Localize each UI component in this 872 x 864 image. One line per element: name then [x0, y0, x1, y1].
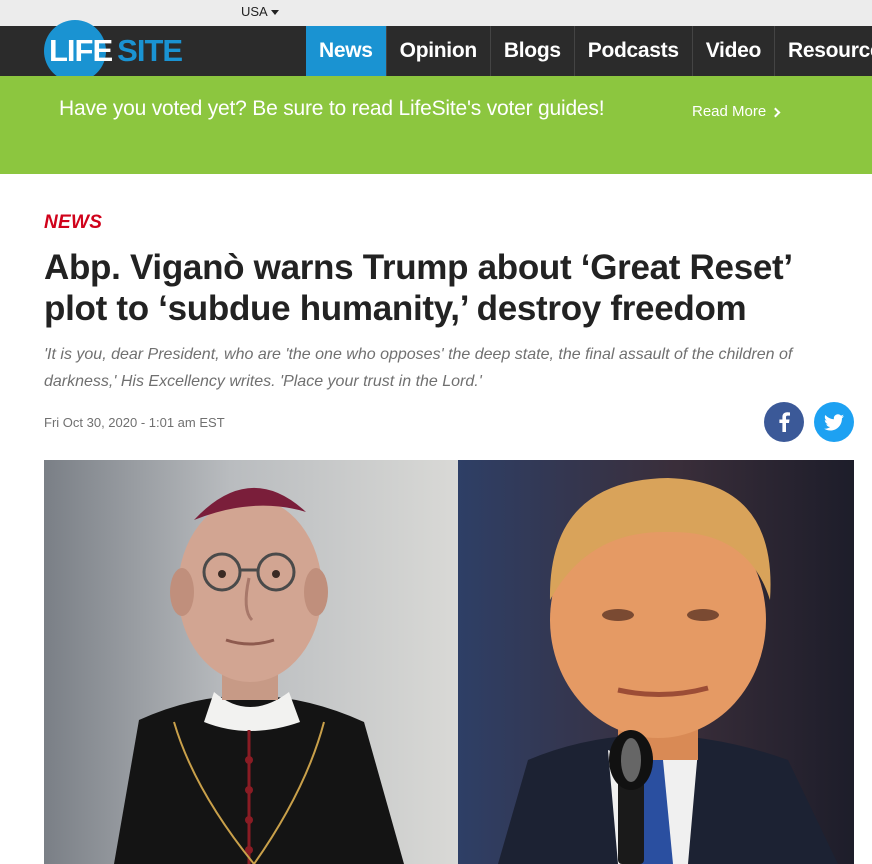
article-dateline: Fri Oct 30, 2020 - 1:01 am EST [44, 415, 225, 430]
logo-text-site: SITE [117, 33, 183, 68]
country-selector[interactable]: USA [241, 4, 279, 19]
twitter-icon [824, 413, 844, 430]
lifesite-logo[interactable]: LIFE SITE [44, 20, 183, 82]
nav-item-resources[interactable]: Resources [774, 26, 872, 76]
voter-guide-banner: Have you voted yet? Be sure to read Life… [0, 76, 872, 174]
article-headline: Abp. Viganò warns Trump about ‘Great Res… [44, 248, 791, 328]
facebook-share-button[interactable] [764, 402, 804, 442]
banner-text: Have you voted yet? Be sure to read Life… [59, 97, 605, 120]
facebook-icon [779, 412, 790, 432]
twitter-share-button[interactable] [814, 402, 854, 442]
archbishop-portrait-illustration [114, 487, 404, 864]
chevron-right-icon [770, 107, 781, 117]
president-portrait-illustration [498, 478, 838, 864]
read-more-link[interactable]: Read More [692, 103, 781, 120]
article-hero-image [44, 460, 854, 864]
read-more-label: Read More [692, 103, 767, 120]
hero-image-left-photo [44, 460, 458, 864]
logo-text-life: LIFE [49, 33, 113, 68]
caret-down-icon [270, 10, 279, 15]
nav-item-blogs[interactable]: Blogs [489, 26, 574, 76]
section-kicker[interactable]: NEWS [44, 212, 102, 234]
main-navigation: LIFE SITE News Opinion Blogs Podcasts Vi… [0, 20, 872, 82]
hero-image-right-photo [458, 460, 854, 864]
nav-menu: News Opinion Blogs Podcasts Video Resour… [306, 26, 872, 76]
nav-item-video[interactable]: Video [691, 26, 774, 76]
nav-item-news[interactable]: News [306, 26, 386, 76]
country-label: USA [241, 4, 268, 19]
article-subtitle: 'It is you, dear President, who are 'the… [44, 346, 793, 390]
nav-item-opinion[interactable]: Opinion [385, 26, 490, 76]
nav-item-podcasts[interactable]: Podcasts [573, 26, 692, 76]
